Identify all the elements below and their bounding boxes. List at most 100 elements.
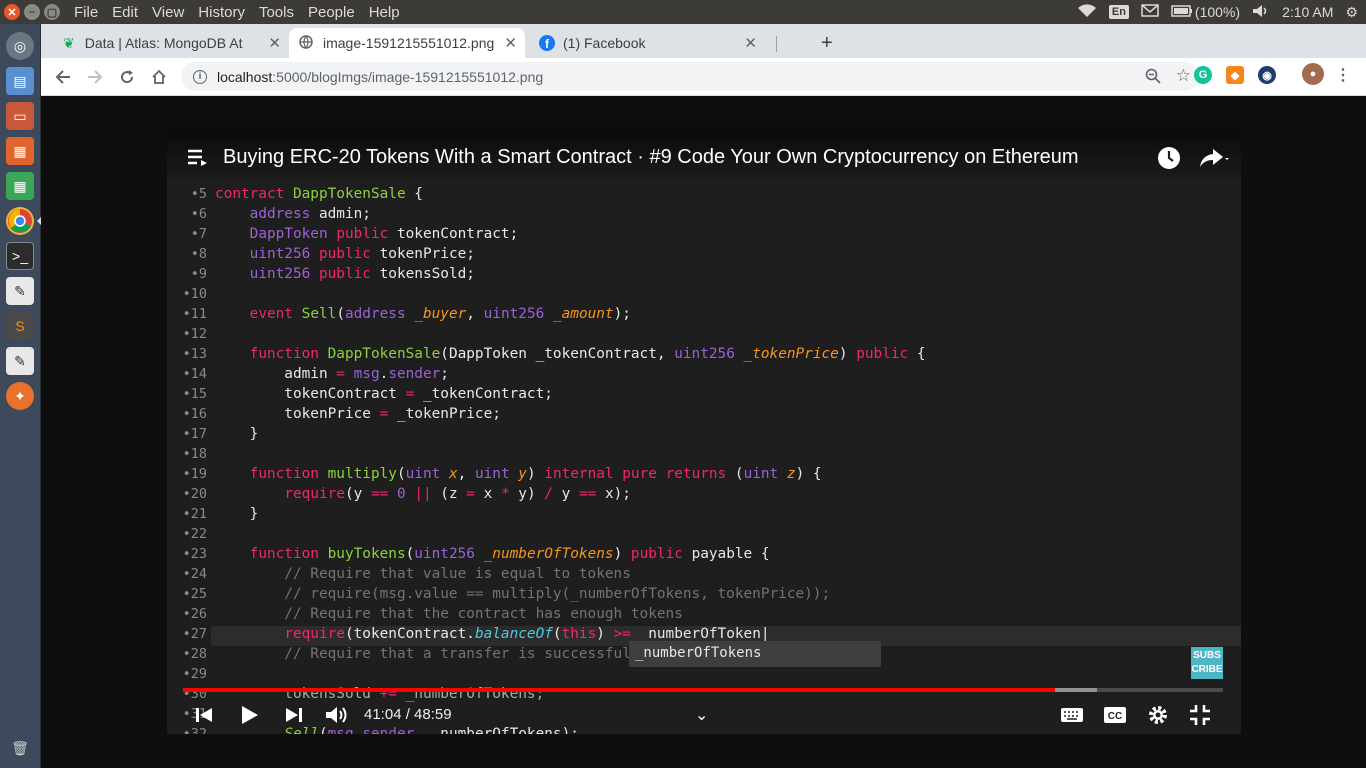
forward-button[interactable] xyxy=(83,65,107,89)
url-text[interactable]: localhost:5000/blogImgs/image-1591215551… xyxy=(217,69,543,85)
profile-avatar[interactable]: ● xyxy=(1302,63,1324,85)
battery-icon[interactable] xyxy=(1171,4,1193,20)
volume-icon[interactable] xyxy=(1252,4,1270,21)
line-number: •26 xyxy=(182,606,207,622)
document-icon[interactable]: ▦ xyxy=(6,137,34,165)
video-title[interactable]: Buying ERC-20 Tokens With a Smart Contra… xyxy=(223,146,1079,169)
menu-help[interactable]: Help xyxy=(369,4,400,21)
extension-icon[interactable]: ◉ xyxy=(1258,66,1276,84)
metamask-icon[interactable]: ◆ xyxy=(1226,66,1244,84)
drive-icon[interactable]: ▭ xyxy=(6,102,34,130)
code-frame: •5 •6 •7 •8 •9 •10 •11 •12 •13 •14 •15 •16 •17 •18 •19… xyxy=(167,178,1241,734)
volume-button[interactable] xyxy=(325,700,349,730)
tab-close-icon[interactable]: ✕ xyxy=(504,34,517,52)
exit-fullscreen-icon[interactable] xyxy=(1189,700,1211,730)
keyboard-layout-indicator[interactable]: En xyxy=(1108,5,1129,19)
line-number: •22 xyxy=(182,526,207,542)
tab-mongodb[interactable]: ❦ Data | Atlas: MongoDB At ✕ xyxy=(49,28,289,58)
back-button[interactable] xyxy=(51,65,75,89)
line-number: •9 xyxy=(190,266,207,282)
unity-launcher: ◎ ▤ ▭ ▦ ▦ >_ ✎ S ✎ ✦ 🗑 xyxy=(0,24,41,768)
home-button[interactable] xyxy=(147,65,171,89)
browser-tab-strip: ❦ Data | Atlas: MongoDB At ✕ image-15912… xyxy=(41,24,1366,58)
video-player[interactable]: •5 •6 •7 •8 •9 •10 •11 •12 •13 •14 •15 •16 •17 •18 •19… xyxy=(167,130,1241,734)
terminal-icon[interactable]: >_ xyxy=(6,242,34,270)
subscribe-watermark[interactable]: SUBS CRIBE xyxy=(1191,647,1223,679)
captions-button[interactable]: CC xyxy=(1103,700,1127,730)
files-icon[interactable]: ▤ xyxy=(6,67,34,95)
window-minimize-button[interactable]: – xyxy=(24,4,40,20)
line-number: •11 xyxy=(182,306,207,322)
tab-separator xyxy=(776,36,777,52)
line-number: •18 xyxy=(182,446,207,462)
previous-button[interactable] xyxy=(195,700,213,730)
line-number: •21 xyxy=(182,506,207,522)
menu-kebab-icon[interactable]: ⋮ xyxy=(1334,66,1352,84)
chrome-icon[interactable] xyxy=(6,207,34,235)
battery-percentage: (100%) xyxy=(1194,4,1241,20)
tab-image[interactable]: image-1591215551012.png ✕ xyxy=(289,28,525,58)
chevron-down-icon[interactable]: ⌄ xyxy=(695,700,708,730)
line-number: •23 xyxy=(182,546,207,562)
zoom-icon[interactable] xyxy=(1145,68,1161,88)
wifi-icon[interactable] xyxy=(1077,3,1097,21)
line-number: •25 xyxy=(182,586,207,602)
new-tab-button[interactable]: + xyxy=(821,32,833,55)
next-button[interactable] xyxy=(285,700,303,730)
window-maximize-button[interactable]: ▢ xyxy=(44,4,60,20)
reload-button[interactable] xyxy=(115,65,139,89)
menu-tools[interactable]: Tools xyxy=(259,4,294,21)
chromium-icon[interactable]: ◎ xyxy=(6,32,34,60)
line-number: •20 xyxy=(182,486,207,502)
svg-text:CC: CC xyxy=(1108,711,1122,722)
line-number: •13 xyxy=(182,346,207,362)
address-bar[interactable]: i localhost:5000/blogImgs/image-15912155… xyxy=(181,62,1199,91)
autocomplete-suggestion: _numberOfTokens xyxy=(629,641,881,667)
browser-toolbar: i localhost:5000/blogImgs/image-15912155… xyxy=(41,58,1366,96)
line-number: •6 xyxy=(190,206,207,222)
page-content: •5 •6 •7 •8 •9 •10 •11 •12 •13 •14 •15 •16 •17 •18 •19… xyxy=(41,96,1366,768)
menu-file[interactable]: File xyxy=(74,4,98,21)
video-controls: 41:04 / 48:59 ⌄ CC xyxy=(167,696,1241,734)
facebook-icon: f xyxy=(539,35,555,51)
mongodb-leaf-icon: ❦ xyxy=(63,34,75,51)
mail-icon[interactable] xyxy=(1141,4,1159,20)
window-close-button[interactable]: ✕ xyxy=(4,4,20,20)
line-number: •19 xyxy=(182,466,207,482)
grammarly-icon[interactable]: G xyxy=(1194,66,1212,84)
menu-edit[interactable]: Edit xyxy=(112,4,138,21)
play-button[interactable] xyxy=(241,700,259,730)
settings-gear-icon[interactable]: ⚙ xyxy=(1345,4,1358,21)
line-number: •7 xyxy=(190,226,207,242)
line-number: •28 xyxy=(182,646,207,662)
compass-icon[interactable]: ✦ xyxy=(6,382,34,410)
menu-people[interactable]: People xyxy=(308,4,355,21)
tab-facebook[interactable]: f (1) Facebook ✕ xyxy=(529,28,765,58)
share-icon[interactable] xyxy=(1199,148,1229,173)
notes-icon[interactable]: ✎ xyxy=(6,347,34,375)
line-number: •10 xyxy=(182,286,207,302)
clock[interactable]: 2:10 AM xyxy=(1282,4,1333,20)
sublime-icon[interactable]: S xyxy=(6,312,34,340)
miniplayer-keyboard-icon[interactable] xyxy=(1060,700,1084,730)
line-number: •14 xyxy=(182,366,207,382)
watch-later-icon[interactable] xyxy=(1157,146,1181,175)
tab-close-icon[interactable]: ✕ xyxy=(744,34,757,52)
line-number: •12 xyxy=(182,326,207,342)
menu-history[interactable]: History xyxy=(198,4,245,21)
settings-gear-icon[interactable] xyxy=(1147,700,1169,730)
trash-icon[interactable]: 🗑 xyxy=(6,734,34,762)
tab-close-icon[interactable]: ✕ xyxy=(268,34,281,52)
globe-icon xyxy=(299,34,313,52)
time-display: 41:04 / 48:59 xyxy=(364,706,452,723)
spreadsheet-icon[interactable]: ▦ xyxy=(6,172,34,200)
playlist-icon[interactable] xyxy=(187,148,209,171)
menu-view[interactable]: View xyxy=(152,4,184,21)
text-editor-icon[interactable]: ✎ xyxy=(6,277,34,305)
progress-played xyxy=(183,688,1055,692)
line-number: •16 xyxy=(182,406,207,422)
site-info-icon[interactable]: i xyxy=(193,69,207,84)
bookmark-star-icon[interactable]: ☆ xyxy=(1176,66,1191,86)
line-number: •5 xyxy=(190,186,207,202)
line-number: •24 xyxy=(182,566,207,582)
